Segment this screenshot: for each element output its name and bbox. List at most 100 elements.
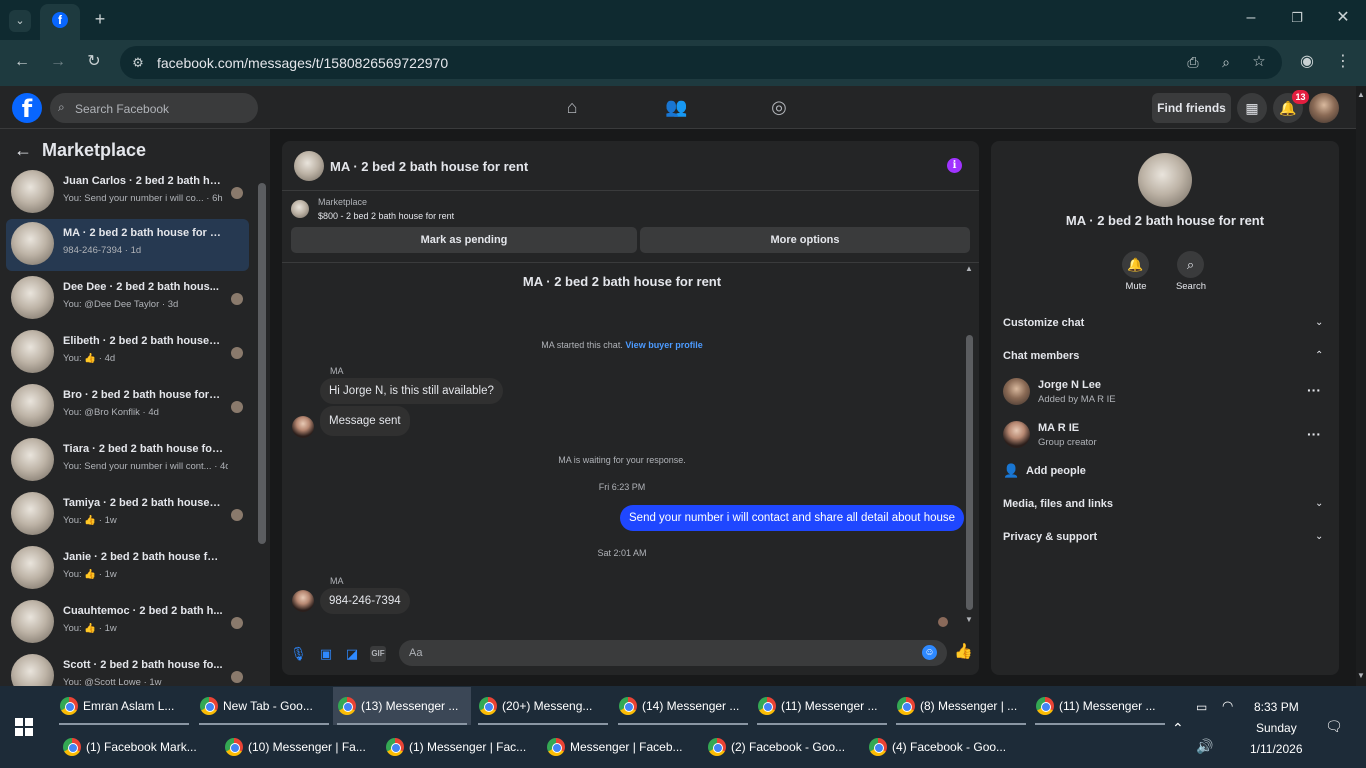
add-people-button[interactable]: Add people xyxy=(1026,465,1086,477)
home-icon[interactable]: ⌂ xyxy=(561,96,583,118)
sender-avatar[interactable] xyxy=(292,590,314,612)
sticker-icon[interactable]: ◪ xyxy=(344,646,360,662)
chat-avatar[interactable] xyxy=(294,151,324,181)
facebook-search-input[interactable]: ⌕ Search Facebook xyxy=(50,93,258,123)
page-scrollbar[interactable]: ▲ ▼ xyxy=(1356,86,1366,686)
member-avatar[interactable] xyxy=(1003,378,1030,405)
chat-title[interactable]: MA · 2 bed 2 bath house for rent xyxy=(330,159,528,174)
site-settings-icon[interactable]: ⚙ xyxy=(128,55,148,71)
photo-icon[interactable]: ▣ xyxy=(318,646,334,662)
taskbar-window[interactable]: New Tab - Goo... xyxy=(195,687,333,725)
address-bar[interactable]: ⚙ facebook.com/messages/t/15808265697229… xyxy=(120,46,1282,79)
taskbar-window[interactable]: (1) Facebook Mark... xyxy=(58,728,218,766)
conversation-item[interactable]: Janie · 2 bed 2 bath house for r... You: … xyxy=(6,543,249,595)
chat-scrollbar[interactable] xyxy=(966,335,973,610)
groups-icon[interactable]: ◎ xyxy=(768,96,790,118)
member-options-icon[interactable]: ··· xyxy=(1307,426,1321,442)
taskbar-window[interactable]: (14) Messenger ... xyxy=(614,687,752,725)
restore-icon[interactable]: ❐ xyxy=(1287,10,1307,26)
taskbar-window[interactable]: (1) Messenger | Fac... xyxy=(381,728,541,766)
wifi-icon[interactable]: ◠ xyxy=(1222,698,1233,714)
scroll-up-arrow-icon[interactable]: ▲ xyxy=(1357,90,1365,99)
taskbar-window[interactable]: (11) Messenger ... xyxy=(1031,687,1169,725)
scroll-down-arrow-icon[interactable]: ▼ xyxy=(1357,671,1365,680)
back-arrow-icon[interactable]: ← xyxy=(14,140,32,161)
sender-avatar[interactable] xyxy=(292,416,314,438)
browser-menu-icon[interactable]: ⋮ xyxy=(1333,54,1353,70)
conversation-item[interactable]: Scott · 2 bed 2 bath house fo... You: @Sc… xyxy=(6,651,249,686)
zoom-icon[interactable]: ⌕ xyxy=(1216,54,1236,70)
account-avatar[interactable] xyxy=(1309,93,1339,123)
taskbar-window[interactable]: (2) Facebook - Goo... xyxy=(703,728,863,766)
new-tab-plus-icon[interactable]: + xyxy=(90,10,110,28)
active-browser-tab[interactable]: f xyxy=(40,4,80,40)
tab-list-chevron-icon[interactable]: ⌄ xyxy=(9,10,31,32)
chat-members-section[interactable]: Chat members xyxy=(1003,350,1079,362)
profile-icon[interactable]: ◉ xyxy=(1297,54,1317,70)
view-buyer-profile-link[interactable]: View buyer profile xyxy=(625,340,702,350)
conversation-list-scrollbar[interactable] xyxy=(258,183,266,544)
incoming-message[interactable]: Message sent xyxy=(320,406,410,436)
close-window-icon[interactable]: ✕ xyxy=(1333,10,1353,26)
member-name[interactable]: Jorge N Lee xyxy=(1038,379,1101,391)
conversation-item[interactable]: Tamiya · 2 bed 2 bath house f... You: 👍 ·… xyxy=(6,489,249,541)
minimize-icon[interactable]: – xyxy=(1241,10,1261,26)
chevron-down-icon[interactable]: ⌄ xyxy=(1315,317,1323,328)
privacy-support-section[interactable]: Privacy & support xyxy=(1003,531,1097,543)
notification-center-icon[interactable]: 🗨 xyxy=(1325,718,1343,735)
microphone-icon[interactable]: 🎙 xyxy=(290,646,307,662)
conversation-item[interactable]: Elibeth · 2 bed 2 bath house f... You: 👍 … xyxy=(6,327,249,379)
outgoing-message[interactable]: Send your number i will contact and shar… xyxy=(620,505,965,531)
conversation-item[interactable]: Tiara · 2 bed 2 bath house for r... You: … xyxy=(6,435,249,487)
volume-icon[interactable]: 🔊 xyxy=(1196,738,1213,755)
taskbar-window[interactable]: (4) Facebook - Goo... xyxy=(864,728,1024,766)
taskbar-window[interactable]: Emran Aslam L... xyxy=(55,687,193,725)
search-icon[interactable]: ⌕ xyxy=(1177,251,1204,278)
reload-icon[interactable]: ↻ xyxy=(84,54,104,70)
message-input[interactable]: Aa ☺ xyxy=(399,640,947,666)
windows-start-icon[interactable] xyxy=(15,718,33,736)
taskbar-window[interactable]: (8) Messenger | ... xyxy=(892,687,1030,725)
add-person-icon[interactable]: 👤 xyxy=(1003,463,1019,479)
taskbar-window-active[interactable]: (13) Messenger ... xyxy=(333,687,471,725)
emoji-icon[interactable]: ☺ xyxy=(922,645,937,660)
taskbar-window[interactable]: Messenger | Faceb... xyxy=(542,728,702,766)
member-options-icon[interactable]: ··· xyxy=(1307,382,1321,398)
chevron-up-icon[interactable]: ⌃ xyxy=(1315,350,1323,361)
info-icon[interactable]: i xyxy=(947,158,962,173)
conversation-item[interactable]: Bro · 2 bed 2 bath house for r... You: @B… xyxy=(6,381,249,433)
bookmark-star-icon[interactable]: ☆ xyxy=(1249,54,1269,70)
member-avatar[interactable] xyxy=(1003,421,1030,448)
more-options-button[interactable]: More options xyxy=(640,227,970,253)
incoming-message[interactable]: Hi Jorge N, is this still available? xyxy=(320,378,503,404)
show-hidden-icons-chevron-icon[interactable]: ⌃ xyxy=(1172,720,1184,737)
gif-icon[interactable]: GIF xyxy=(370,646,386,662)
conversation-item[interactable]: Cuauhtemoc · 2 bed 2 bath h... You: 👍 · 1… xyxy=(6,597,249,649)
mute-bell-icon[interactable]: 🔔 xyxy=(1122,251,1149,278)
chat-profile-avatar[interactable] xyxy=(1138,153,1192,207)
taskbar-window[interactable]: (20+) Messeng... xyxy=(474,687,612,725)
member-name[interactable]: MA R IE xyxy=(1038,422,1079,434)
find-friends-button[interactable]: Find friends xyxy=(1152,93,1231,123)
thumbs-up-icon[interactable]: 👍 xyxy=(954,644,973,660)
conversation-item[interactable]: Juan Carlos · 2 bed 2 bath ho... You: Sen… xyxy=(6,167,249,219)
facebook-logo[interactable]: f xyxy=(12,93,42,123)
friends-icon[interactable]: 👥 xyxy=(665,96,687,118)
forward-arrow-icon[interactable]: → xyxy=(48,54,68,70)
chevron-down-icon[interactable]: ⌄ xyxy=(1315,531,1323,542)
incoming-message[interactable]: 984-246-7394 xyxy=(320,588,410,614)
conversation-item[interactable]: Dee Dee · 2 bed 2 bath hous... You: @Dee … xyxy=(6,273,249,325)
battery-icon[interactable]: ▭ xyxy=(1196,700,1207,714)
mark-as-pending-button[interactable]: Mark as pending xyxy=(291,227,637,253)
conversation-item-active[interactable]: MA · 2 bed 2 bath house for rent 984-246-… xyxy=(6,219,249,271)
taskbar-window[interactable]: (11) Messenger ... xyxy=(753,687,891,725)
install-app-icon[interactable]: ⎙ xyxy=(1183,54,1203,70)
chevron-down-icon[interactable]: ⌄ xyxy=(1315,498,1323,509)
customize-chat-section[interactable]: Customize chat xyxy=(1003,317,1084,329)
listing-price[interactable]: $800 - 2 bed 2 bath house for rent xyxy=(318,211,454,221)
taskbar-window[interactable]: (10) Messenger | Fa... xyxy=(220,728,380,766)
menu-grid-icon[interactable]: ▦ xyxy=(1237,93,1267,123)
media-files-links-section[interactable]: Media, files and links xyxy=(1003,498,1113,510)
scroll-up-arrow-icon[interactable]: ▲ xyxy=(965,264,973,273)
scroll-down-arrow-icon[interactable]: ▼ xyxy=(965,615,973,624)
